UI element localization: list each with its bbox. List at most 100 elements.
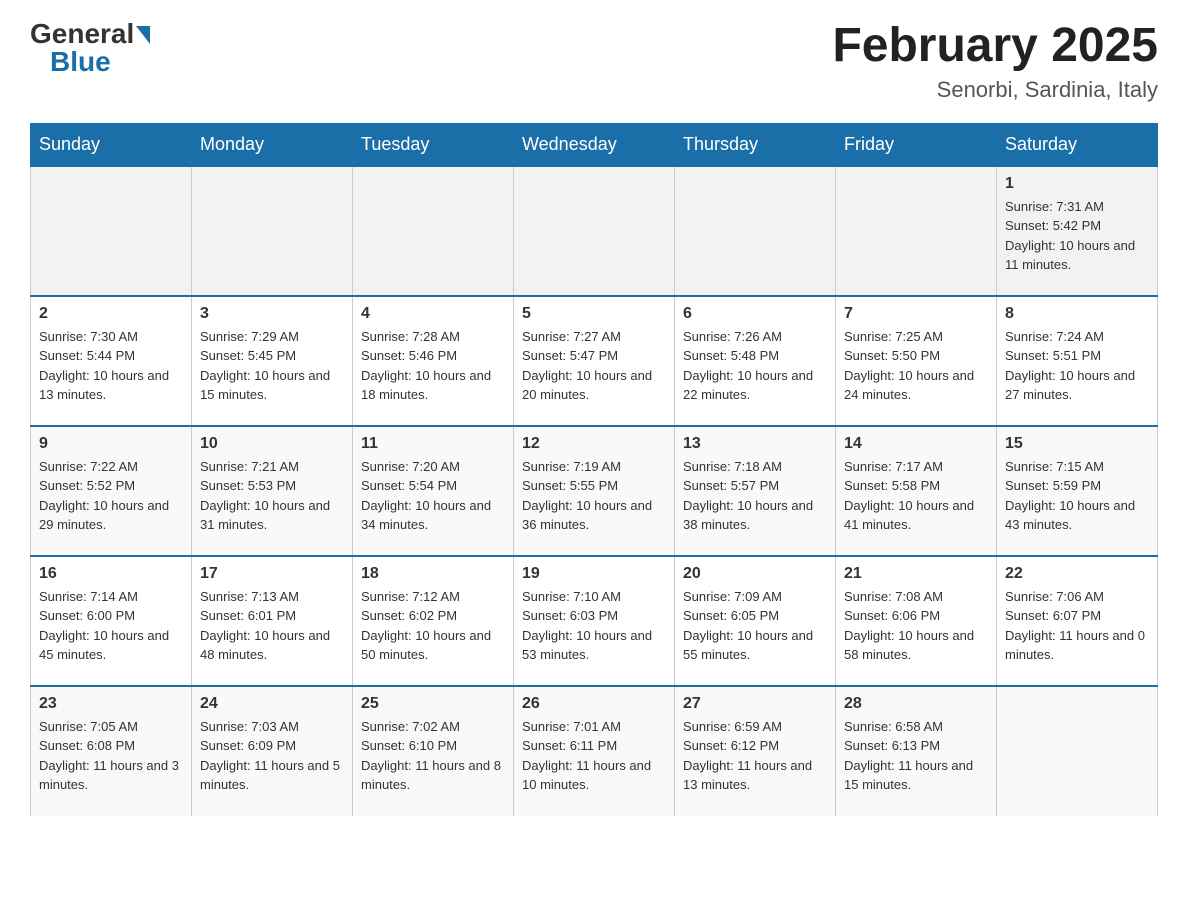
calendar-week-row: 23Sunrise: 7:05 AM Sunset: 6:08 PM Dayli… [31,686,1158,816]
day-number: 13 [683,435,827,453]
day-number: 2 [39,305,183,323]
day-number: 17 [200,565,344,583]
table-row: 7 Sunrise: 7:25 AM Sunset: 5:50 PM Daylig… [836,296,997,426]
logo: General Blue [30,20,150,76]
day-info: Sunrise: 7:25 AM Sunset: 5:50 PM Dayligh… [844,327,988,405]
day-number: 5 [522,305,666,323]
day-number: 16 [39,565,183,583]
day-info: Sunrise: 7:01 AM Sunset: 6:11 PM Dayligh… [522,717,666,795]
day-info: Sunrise: 7:09 AM Sunset: 6:05 PM Dayligh… [683,587,827,665]
header-tuesday: Tuesday [353,123,514,166]
day-number: 24 [200,695,344,713]
day-number: 7 [844,305,988,323]
page-header: General Blue February 2025 Senorbi, Sard… [30,20,1158,103]
table-row [514,166,675,296]
table-row [997,686,1158,816]
day-number: 23 [39,695,183,713]
day-number: 25 [361,695,505,713]
day-number: 11 [361,435,505,453]
day-info: Sunrise: 7:21 AM Sunset: 5:53 PM Dayligh… [200,457,344,535]
calendar-week-row: 9 Sunrise: 7:22 AM Sunset: 5:52 PM Daylig… [31,426,1158,556]
day-info: Sunrise: 7:24 AM Sunset: 5:51 PM Dayligh… [1005,327,1149,405]
day-info: Sunrise: 7:18 AM Sunset: 5:57 PM Dayligh… [683,457,827,535]
table-row: 2 Sunrise: 7:30 AM Sunset: 5:44 PM Daylig… [31,296,192,426]
day-info: Sunrise: 7:28 AM Sunset: 5:46 PM Dayligh… [361,327,505,405]
day-number: 1 [1005,175,1149,193]
table-row: 8 Sunrise: 7:24 AM Sunset: 5:51 PM Daylig… [997,296,1158,426]
table-row: 3 Sunrise: 7:29 AM Sunset: 5:45 PM Daylig… [192,296,353,426]
table-row: 21Sunrise: 7:08 AM Sunset: 6:06 PM Dayli… [836,556,997,686]
day-info: Sunrise: 6:58 AM Sunset: 6:13 PM Dayligh… [844,717,988,795]
logo-general-text: General [30,20,134,48]
day-number: 4 [361,305,505,323]
table-row [31,166,192,296]
title-block: February 2025 Senorbi, Sardinia, Italy [832,20,1158,103]
calendar-week-row: 16 Sunrise: 7:14 AM Sunset: 6:00 PM Dayli… [31,556,1158,686]
calendar-table: Sunday Monday Tuesday Wednesday Thursday… [30,123,1158,816]
day-info: Sunrise: 7:19 AM Sunset: 5:55 PM Dayligh… [522,457,666,535]
day-number: 27 [683,695,827,713]
day-info: Sunrise: 7:22 AM Sunset: 5:52 PM Dayligh… [39,457,183,535]
day-number: 15 [1005,435,1149,453]
table-row: 26Sunrise: 7:01 AM Sunset: 6:11 PM Dayli… [514,686,675,816]
table-row: 14 Sunrise: 7:17 AM Sunset: 5:58 PM Dayli… [836,426,997,556]
day-info: Sunrise: 7:29 AM Sunset: 5:45 PM Dayligh… [200,327,344,405]
day-number: 19 [522,565,666,583]
day-number: 9 [39,435,183,453]
day-info: Sunrise: 7:26 AM Sunset: 5:48 PM Dayligh… [683,327,827,405]
day-number: 14 [844,435,988,453]
day-number: 12 [522,435,666,453]
day-number: 18 [361,565,505,583]
day-number: 22 [1005,565,1149,583]
table-row: 5Sunrise: 7:27 AM Sunset: 5:47 PM Daylig… [514,296,675,426]
logo-blue-text: Blue [50,48,111,76]
day-number: 28 [844,695,988,713]
day-info: Sunrise: 7:10 AM Sunset: 6:03 PM Dayligh… [522,587,666,665]
calendar-title: February 2025 [832,20,1158,73]
table-row: 10 Sunrise: 7:21 AM Sunset: 5:53 PM Dayli… [192,426,353,556]
day-info: Sunrise: 7:20 AM Sunset: 5:54 PM Dayligh… [361,457,505,535]
table-row: 25Sunrise: 7:02 AM Sunset: 6:10 PM Dayli… [353,686,514,816]
table-row [836,166,997,296]
table-row: 13 Sunrise: 7:18 AM Sunset: 5:57 PM Dayli… [675,426,836,556]
day-info: Sunrise: 7:17 AM Sunset: 5:58 PM Dayligh… [844,457,988,535]
day-info: Sunrise: 7:12 AM Sunset: 6:02 PM Dayligh… [361,587,505,665]
table-row: 6 Sunrise: 7:26 AM Sunset: 5:48 PM Daylig… [675,296,836,426]
table-row: 11 Sunrise: 7:20 AM Sunset: 5:54 PM Dayli… [353,426,514,556]
day-info: Sunrise: 7:13 AM Sunset: 6:01 PM Dayligh… [200,587,344,665]
table-row [353,166,514,296]
day-number: 3 [200,305,344,323]
day-info: Sunrise: 7:31 AM Sunset: 5:42 PM Dayligh… [1005,197,1149,275]
day-number: 10 [200,435,344,453]
day-info: Sunrise: 7:14 AM Sunset: 6:00 PM Dayligh… [39,587,183,665]
day-info: Sunrise: 6:59 AM Sunset: 6:12 PM Dayligh… [683,717,827,795]
table-row: 12 Sunrise: 7:19 AM Sunset: 5:55 PM Dayli… [514,426,675,556]
header-saturday: Saturday [997,123,1158,166]
table-row: 17 Sunrise: 7:13 AM Sunset: 6:01 PM Dayli… [192,556,353,686]
day-info: Sunrise: 7:08 AM Sunset: 6:06 PM Dayligh… [844,587,988,665]
table-row: 16 Sunrise: 7:14 AM Sunset: 6:00 PM Dayli… [31,556,192,686]
days-header-row: Sunday Monday Tuesday Wednesday Thursday… [31,123,1158,166]
table-row: 4 Sunrise: 7:28 AM Sunset: 5:46 PM Daylig… [353,296,514,426]
calendar-week-row: 2 Sunrise: 7:30 AM Sunset: 5:44 PM Daylig… [31,296,1158,426]
table-row: 19 Sunrise: 7:10 AM Sunset: 6:03 PM Dayli… [514,556,675,686]
day-info: Sunrise: 7:30 AM Sunset: 5:44 PM Dayligh… [39,327,183,405]
header-sunday: Sunday [31,123,192,166]
day-number: 6 [683,305,827,323]
header-monday: Monday [192,123,353,166]
header-friday: Friday [836,123,997,166]
day-info: Sunrise: 7:03 AM Sunset: 6:09 PM Dayligh… [200,717,344,795]
header-wednesday: Wednesday [514,123,675,166]
table-row: 24 Sunrise: 7:03 AM Sunset: 6:09 PM Dayli… [192,686,353,816]
day-number: 20 [683,565,827,583]
table-row [675,166,836,296]
day-info: Sunrise: 7:06 AM Sunset: 6:07 PM Dayligh… [1005,587,1149,665]
table-row: 1 Sunrise: 7:31 AM Sunset: 5:42 PM Daylig… [997,166,1158,296]
table-row: 28 Sunrise: 6:58 AM Sunset: 6:13 PM Dayli… [836,686,997,816]
table-row: 15 Sunrise: 7:15 AM Sunset: 5:59 PM Dayli… [997,426,1158,556]
table-row [192,166,353,296]
day-info: Sunrise: 7:15 AM Sunset: 5:59 PM Dayligh… [1005,457,1149,535]
calendar-subtitle: Senorbi, Sardinia, Italy [832,77,1158,103]
table-row: 9 Sunrise: 7:22 AM Sunset: 5:52 PM Daylig… [31,426,192,556]
day-number: 8 [1005,305,1149,323]
